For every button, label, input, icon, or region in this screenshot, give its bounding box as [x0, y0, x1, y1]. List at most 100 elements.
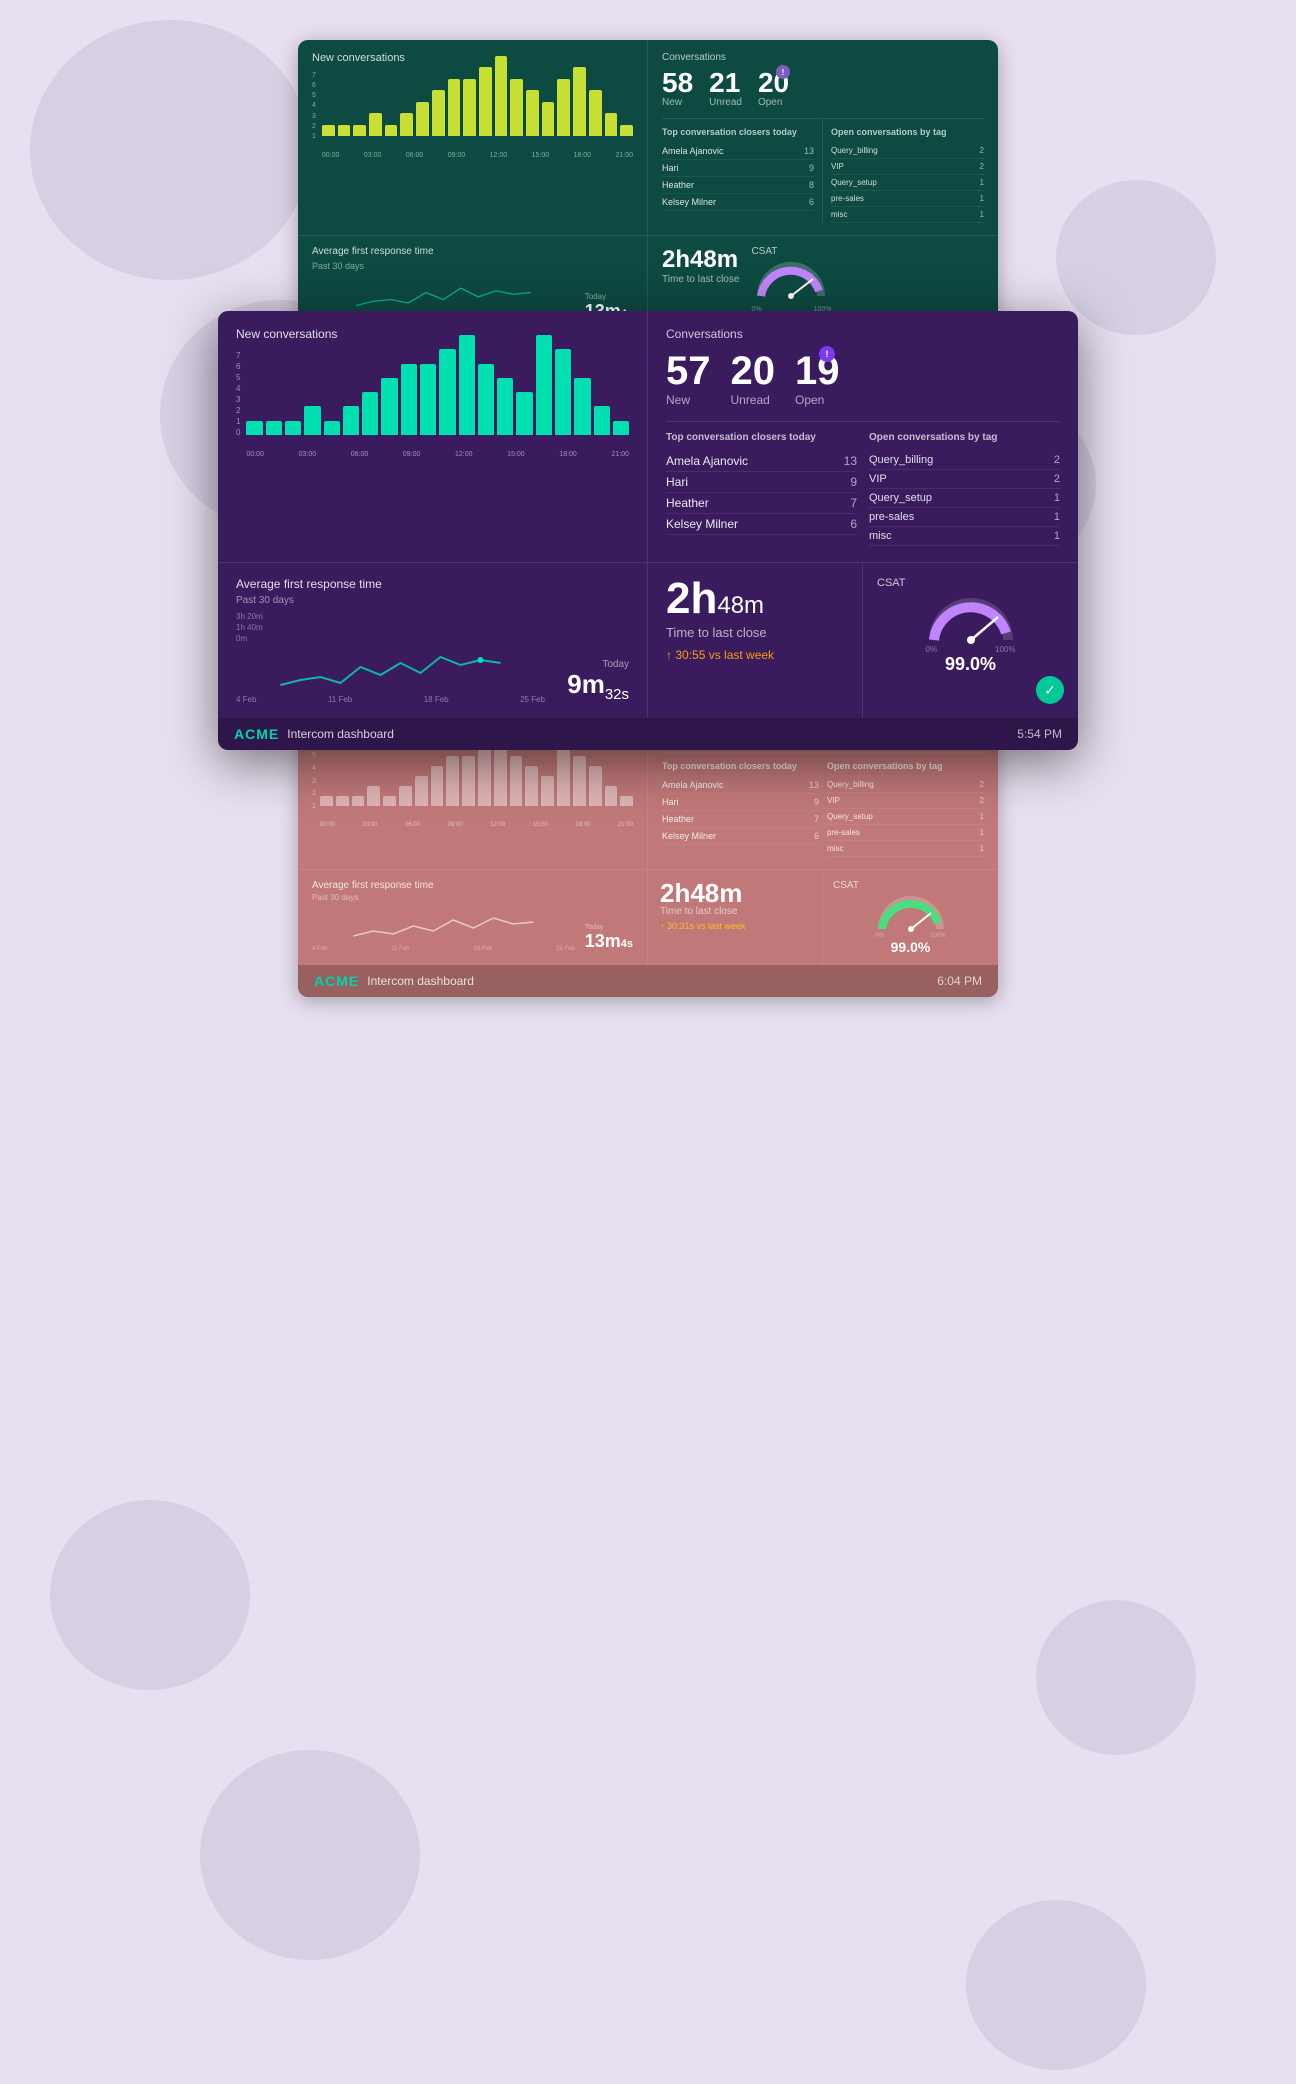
- bar: [415, 776, 428, 806]
- salmon-avg-chart: [312, 906, 575, 941]
- purple-footer-time: 5:54 PM: [1017, 727, 1062, 741]
- list-item: VIP2: [827, 793, 984, 809]
- list-item: VIP2: [831, 159, 984, 175]
- bar: [605, 113, 618, 136]
- bar: [285, 421, 301, 435]
- list-item: Query_billing2: [869, 451, 1060, 470]
- bar: [353, 125, 366, 136]
- salmon-closers-section: Top conversation closers today Amela Aja…: [662, 761, 819, 857]
- list-item: Heather7: [666, 493, 857, 514]
- bar: [266, 421, 282, 435]
- bar: [431, 766, 444, 806]
- purple-vs-text: ↑ 30:55 vs last week: [666, 648, 844, 662]
- bar: [516, 392, 532, 435]
- bar: [541, 776, 554, 806]
- salmon-footer-time: 6:04 PM: [937, 974, 982, 988]
- purple-unread-stat: 20 Unread: [731, 351, 776, 407]
- salmon-csat-gauge: [876, 895, 946, 933]
- bar: [416, 102, 429, 136]
- bar: [324, 421, 340, 435]
- list-item: Query_billing2: [827, 777, 984, 793]
- green-tags-title: Open conversations by tag: [831, 127, 984, 137]
- list-item: pre-sales1: [831, 191, 984, 207]
- list-item: pre-sales1: [869, 508, 1060, 527]
- bar: [478, 364, 494, 435]
- bar: [573, 67, 586, 136]
- bar: [459, 335, 475, 435]
- bar: [322, 125, 335, 136]
- bar: [510, 79, 523, 136]
- bar: [525, 766, 538, 806]
- bar: [620, 125, 633, 136]
- purple-dashboard-name: Intercom dashboard: [287, 727, 394, 741]
- list-item: Query_setup1: [827, 809, 984, 825]
- bar: [574, 378, 590, 435]
- salmon-bar-chart: [320, 752, 633, 822]
- bar: [385, 125, 398, 136]
- bar: [432, 90, 445, 136]
- list-item: Amela Ajanovic13: [666, 451, 857, 472]
- bar: [399, 786, 412, 806]
- purple-conv-title: Conversations: [666, 327, 1060, 341]
- bar: [367, 786, 380, 806]
- bar: [400, 113, 413, 136]
- green-x-labels: 00:00 03:00 06:00 09:00 12:00 15:00 18:0…: [322, 152, 633, 159]
- list-item: Query_billing2: [831, 143, 984, 159]
- purple-acme-logo: ACME: [234, 726, 279, 742]
- list-item: VIP2: [869, 470, 1060, 489]
- purple-avg-line-chart: [236, 645, 545, 690]
- purple-tags-section: Open conversations by tag Query_billing2…: [869, 432, 1060, 546]
- green-tags-list: Query_billing2VIP2Query_setup1pre-sales1…: [831, 143, 984, 223]
- bar: [605, 786, 618, 806]
- list-item: Hari9: [662, 160, 814, 177]
- green-chart-title: New conversations: [312, 52, 633, 64]
- purple-open-alert: !: [819, 346, 835, 362]
- green-csat-title: CSAT: [751, 246, 984, 257]
- bar: [463, 79, 476, 136]
- green-conv-title: Conversations: [662, 52, 984, 63]
- list-item: Kelsey Milner6: [666, 514, 857, 535]
- green-closers-list: Amela Ajanovic13Hari9Heather8Kelsey Miln…: [662, 143, 814, 211]
- list-item: Query_setup1: [831, 175, 984, 191]
- bar: [479, 67, 492, 136]
- bar: [439, 349, 455, 435]
- bar: [420, 364, 436, 435]
- green-closers-title: Top conversation closers today: [662, 127, 814, 137]
- bar: [478, 746, 491, 806]
- bar: [557, 79, 570, 136]
- purple-x-labels: 00:00 03:00 06:00 09:00 12:00 15:00 18:0…: [246, 451, 629, 458]
- bar: [526, 90, 539, 136]
- purple-closers-section: Top conversation closers today Amela Aja…: [666, 432, 857, 546]
- bar: [536, 335, 552, 435]
- green-bar-chart: [322, 72, 633, 152]
- bar: [495, 56, 508, 136]
- purple-new-stat: 57 New: [666, 351, 711, 407]
- salmon-time-close: 2h48m Time to last close ↑ 30:31s vs las…: [648, 870, 823, 965]
- salmon-dashboard-name: Intercom dashboard: [367, 974, 474, 988]
- bar: [352, 796, 365, 806]
- list-item: Heather7: [662, 811, 819, 828]
- bar: [589, 90, 602, 136]
- purple-closers-list: Amela Ajanovic13Hari9Heather7Kelsey Miln…: [666, 451, 857, 535]
- purple-avg-title: Average first response time: [236, 577, 629, 591]
- bar: [613, 421, 629, 435]
- purple-bar-chart: [246, 351, 629, 451]
- bar: [589, 766, 602, 806]
- list-item: Kelsey Milner6: [662, 194, 814, 211]
- bar: [594, 406, 610, 435]
- list-item: misc1: [831, 207, 984, 223]
- purple-open-stat: ! 19 Open: [795, 351, 840, 407]
- green-unread-stat: 21 Unread: [709, 69, 742, 108]
- green-open-stat: ! 20 Open: [758, 69, 789, 108]
- bar: [510, 756, 523, 806]
- purple-closers-title: Top conversation closers today: [666, 432, 857, 443]
- bar: [573, 756, 586, 806]
- salmon-closers-list: Amela Ajanovic13Hari9Heather7Kelsey Miln…: [662, 777, 819, 845]
- bar: [381, 378, 397, 435]
- bar: [462, 756, 475, 806]
- bar: [246, 421, 262, 435]
- list-item: Kelsey Milner6: [662, 828, 819, 845]
- salmon-tags-section: Open conversations by tag Query_billing2…: [827, 761, 984, 857]
- bar: [557, 746, 570, 806]
- bar: [304, 406, 320, 435]
